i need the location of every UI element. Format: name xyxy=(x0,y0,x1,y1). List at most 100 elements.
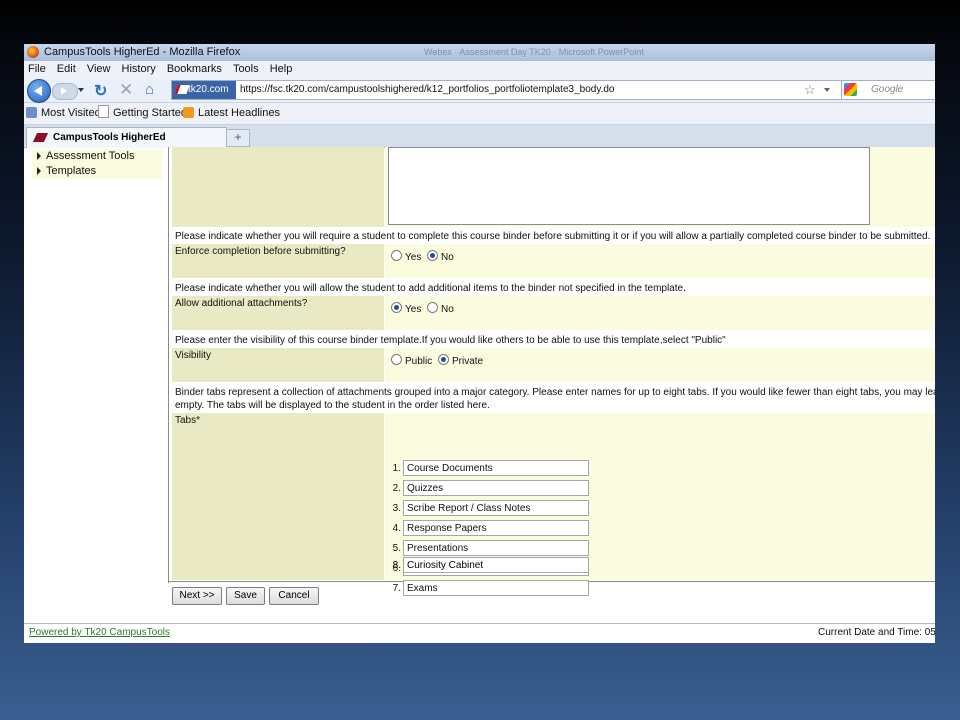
completion-instruction: Please indicate whether you will require… xyxy=(175,231,931,242)
new-tab-button[interactable]: + xyxy=(226,129,250,147)
bookmark-star-icon[interactable]: ☆ xyxy=(804,81,816,99)
completion-label-cell: Enforce completion before submitting? xyxy=(172,244,384,278)
bookmark-label: Getting Started xyxy=(113,107,187,119)
binder-template-form: Please indicate whether you will require… xyxy=(172,147,935,596)
completion-yes-radio[interactable] xyxy=(391,250,402,261)
attachments-no-radio[interactable] xyxy=(427,302,438,313)
menu-view[interactable]: View xyxy=(87,63,111,75)
tab-campustools[interactable]: CampusTools HigherEd xyxy=(26,127,227,148)
sidebar: Assessment Tools Templates xyxy=(32,149,162,179)
navigation-bar: ↻ ✕ ⌂ tk20.com https://fsc.tk20.com/camp… xyxy=(24,78,935,103)
visibility-private-option[interactable]: Private xyxy=(438,354,483,367)
option-label: Public xyxy=(405,356,433,367)
description-label-cell xyxy=(172,147,384,227)
attachments-value-cell: Yes No xyxy=(385,296,935,330)
option-label: No xyxy=(441,304,454,315)
visibility-public-option[interactable]: Public xyxy=(391,354,432,367)
reload-icon[interactable]: ↻ xyxy=(94,81,107,101)
url-text[interactable]: https://fsc.tk20.com/campustoolshighered… xyxy=(240,81,614,99)
tab-number: 5. xyxy=(392,543,401,554)
visibility-value-cell: Public Private xyxy=(385,348,935,382)
tab-number: 3. xyxy=(392,503,401,514)
home-icon[interactable]: ⌂ xyxy=(145,81,154,98)
attachments-no-option[interactable]: No xyxy=(427,302,454,315)
url-dropdown-icon[interactable] xyxy=(824,88,830,92)
completion-label: Enforce completion before submitting? xyxy=(175,246,346,257)
visibility-instruction: Please enter the visibility of this cour… xyxy=(175,335,726,346)
visibility-label-cell: Visibility xyxy=(172,348,384,382)
tab-name-input-1[interactable]: Course Documents xyxy=(403,460,589,476)
tabs-label-cell: Tabs* xyxy=(172,413,384,580)
completion-no-radio[interactable] xyxy=(427,250,438,261)
title-bar: CampusTools HigherEd - Mozilla Firefox W… xyxy=(24,44,935,61)
description-textarea[interactable] xyxy=(388,147,870,225)
history-dropdown-icon[interactable] xyxy=(78,88,84,92)
tabs-instruction-line1: Binder tabs represent a collection of at… xyxy=(175,387,935,398)
bookmark-getting-started[interactable]: Getting Started xyxy=(98,103,187,124)
attachments-label-cell: Allow additional attachments? xyxy=(172,296,384,330)
bookmark-most-visited[interactable]: Most Visited xyxy=(26,103,101,124)
powered-by-link[interactable]: Powered by Tk20 CampusTools xyxy=(29,624,170,642)
google-icon[interactable] xyxy=(844,83,857,96)
most-visited-icon xyxy=(26,107,37,118)
rss-icon xyxy=(183,107,194,118)
completion-value-cell: Yes No xyxy=(385,244,935,278)
forward-button[interactable] xyxy=(52,83,78,100)
save-button[interactable]: Save xyxy=(226,587,265,605)
tab-name-input-3[interactable]: Scribe Report / Class Notes xyxy=(403,500,589,516)
tab-name-input-2[interactable]: Quizzes xyxy=(403,480,589,496)
bookmarks-toolbar: Most Visited Getting Started Latest Head… xyxy=(24,103,935,125)
tab-number: 4. xyxy=(392,523,401,534)
sidebar-item-label: Assessment Tools xyxy=(46,150,135,162)
menu-edit[interactable]: Edit xyxy=(57,63,76,75)
url-bar[interactable]: tk20.com https://fsc.tk20.com/campustool… xyxy=(171,80,861,100)
footer: Powered by Tk20 CampusTools Current Date… xyxy=(24,623,935,643)
menu-help[interactable]: Help xyxy=(270,63,293,75)
bookmark-label: Most Visited xyxy=(41,107,101,119)
search-input[interactable]: Google xyxy=(841,80,935,100)
browser-window: CampusTools HigherEd - Mozilla Firefox W… xyxy=(24,44,935,643)
page-icon xyxy=(98,105,109,118)
completion-no-option[interactable]: No xyxy=(427,250,454,263)
tab-number: 2. xyxy=(392,483,401,494)
visibility-private-radio[interactable] xyxy=(438,354,449,365)
tab-number: 1. xyxy=(392,463,401,474)
sidebar-item-templates[interactable]: Templates xyxy=(32,164,162,179)
tk20-icon xyxy=(32,133,49,142)
tab-name-input-7[interactable]: Exams xyxy=(403,580,589,596)
visibility-label: Visibility xyxy=(175,350,211,361)
option-label: Yes xyxy=(405,304,422,315)
sidebar-item-assessment-tools[interactable]: Assessment Tools xyxy=(32,149,162,164)
menu-file[interactable]: File xyxy=(28,63,46,75)
bookmark-latest-headlines[interactable]: Latest Headlines xyxy=(183,103,280,124)
back-button[interactable] xyxy=(27,79,51,103)
next-button[interactable]: Next >> xyxy=(172,587,222,605)
attachments-instruction: Please indicate whether you will allow t… xyxy=(175,283,686,294)
cancel-button[interactable]: Cancel xyxy=(269,587,319,605)
firefox-icon xyxy=(27,46,39,58)
menu-bar: File Edit View History Bookmarks Tools H… xyxy=(24,61,935,78)
current-date-time: Current Date and Time: 05 xyxy=(818,627,935,638)
tab-label: CampusTools HigherEd xyxy=(53,132,166,143)
tabs-instruction-line2: empty. The tabs will be displayed to the… xyxy=(175,400,490,411)
completion-yes-option[interactable]: Yes xyxy=(391,250,421,263)
taskbar-ghost-text: Webex · Assessment Day TK20 · Microsoft … xyxy=(424,47,644,57)
tab-name-input-8[interactable]: Curiosity Cabinet xyxy=(403,557,589,573)
tab-name-input-5[interactable]: Presentations xyxy=(403,540,589,556)
attachments-label: Allow additional attachments? xyxy=(175,298,308,309)
stop-icon[interactable]: ✕ xyxy=(119,80,133,100)
tab-name-input-4[interactable]: Response Papers xyxy=(403,520,589,536)
menu-history[interactable]: History xyxy=(122,63,156,75)
site-identity-badge[interactable]: tk20.com xyxy=(172,81,236,99)
attachments-yes-option[interactable]: Yes xyxy=(391,302,421,315)
menu-tools[interactable]: Tools xyxy=(233,63,259,75)
tabs-label: Tabs* xyxy=(175,415,201,426)
content-left-border xyxy=(168,147,169,583)
option-label: No xyxy=(441,252,454,263)
option-label: Yes xyxy=(405,252,422,263)
attachments-yes-radio[interactable] xyxy=(391,302,402,313)
visibility-public-radio[interactable] xyxy=(391,354,402,365)
menu-bookmarks[interactable]: Bookmarks xyxy=(167,63,222,75)
tab-strip: CampusTools HigherEd + xyxy=(24,125,935,148)
sidebar-item-label: Templates xyxy=(46,165,97,177)
